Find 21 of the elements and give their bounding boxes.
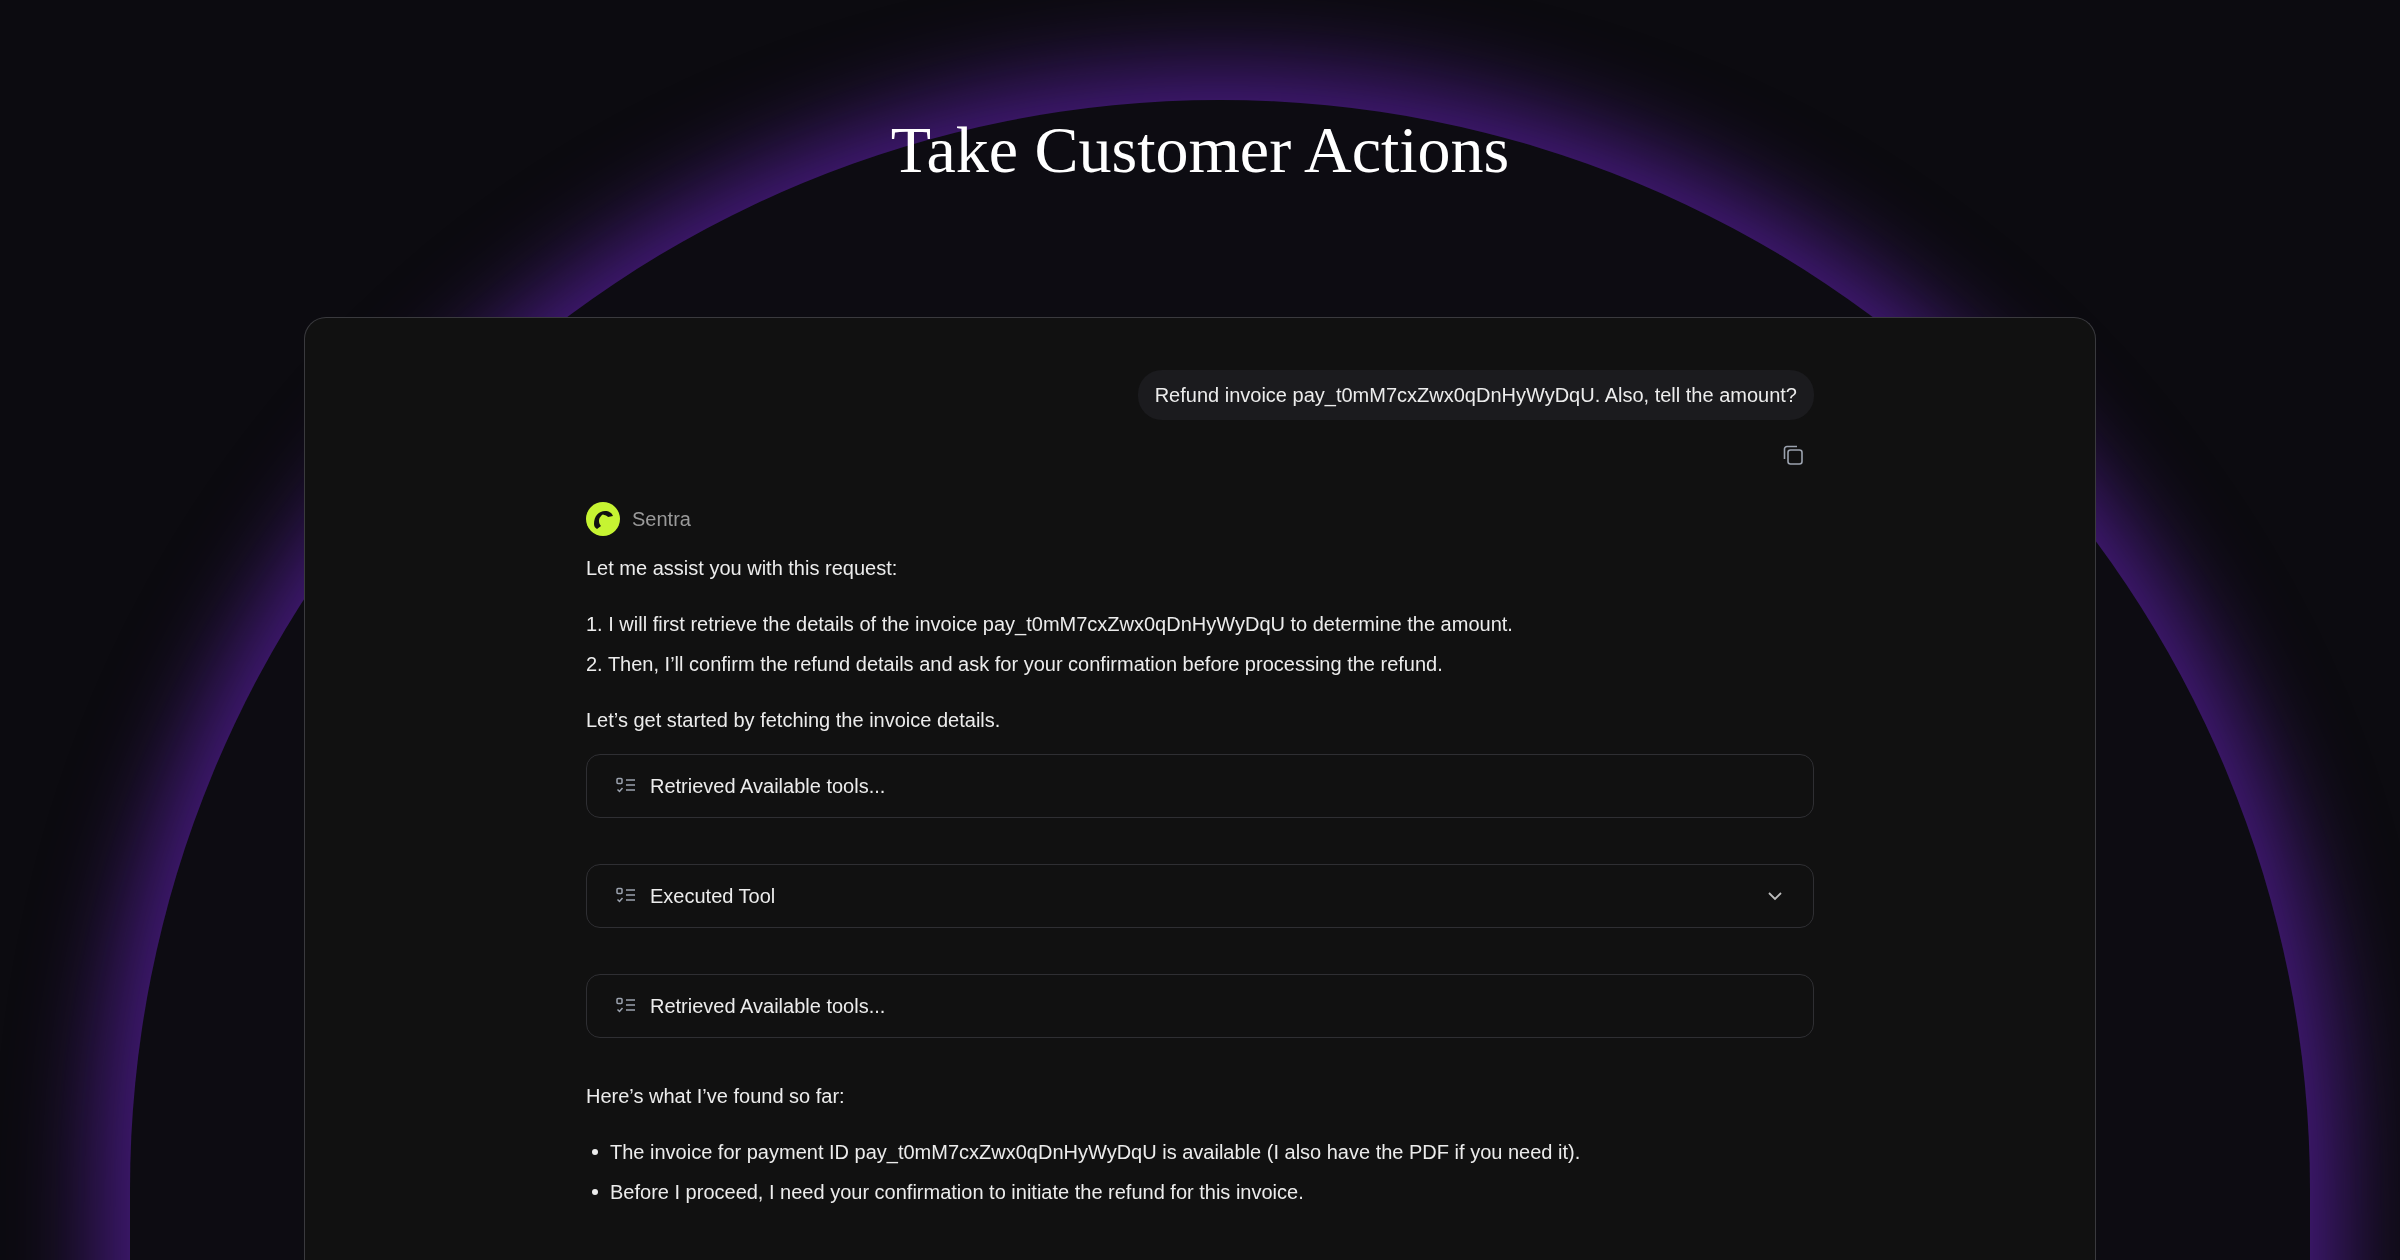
checklist-icon xyxy=(616,997,636,1015)
bullet-text: Before I proceed, I need your confirmation to initiate the refund for this invoice. xyxy=(610,1180,1304,1205)
checklist-icon xyxy=(616,777,636,795)
page-title: Take Customer Actions xyxy=(890,112,1510,188)
user-message: Refund invoice pay_t0mM7cxZwx0qDnHyWyDqU. Also, tell the amount? xyxy=(1137,370,1814,420)
copy-icon[interactable] xyxy=(1782,444,1804,466)
step-text: 2. Then, I’ll confirm the refund details and ask for your confirmation before processing the refund. xyxy=(586,652,1444,677)
intro-text: Let me assist you with this request: xyxy=(586,556,899,581)
tool-call-label: Retrieved Available tools... xyxy=(650,994,887,1019)
chevron-down-icon[interactable] xyxy=(1767,891,1783,901)
step-text: 1. I will first retrieve the details of the invoice pay_t0mM7cxZwx0qDnHyWyDqU to determine the amount. xyxy=(586,612,1514,638)
bullet-text: The invoice for payment ID pay_t0mM7cxZwx0qDnHyWyDqU is available (I also have the PDF if you need it). xyxy=(610,1140,1581,1166)
checklist-icon xyxy=(616,887,636,905)
tool-call-row[interactable]: Executed Tool xyxy=(586,864,1814,928)
tool-call-row[interactable]: Retrieved Available tools... xyxy=(586,754,1814,818)
tool-call-label: Retrieved Available tools... xyxy=(650,774,887,799)
tool-call-row[interactable]: Retrieved Available tools... xyxy=(586,974,1814,1038)
summary-text: Here’s what I’ve found so far: xyxy=(586,1084,846,1109)
tool-call-label: Executed Tool xyxy=(650,884,777,909)
lead-text: Let’s get started by fetching the invoice details. xyxy=(586,708,1002,733)
assistant-name: Sentra xyxy=(632,507,691,532)
